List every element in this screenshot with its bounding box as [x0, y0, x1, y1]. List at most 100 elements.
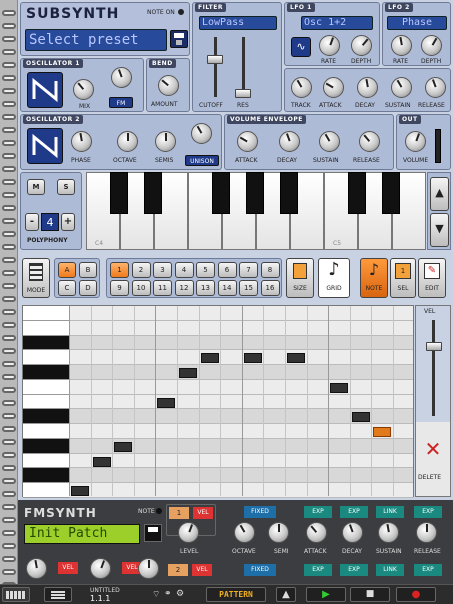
piano-key-black[interactable] [382, 172, 400, 214]
cutoff-fader[interactable] [207, 55, 223, 64]
saw-wave-icon[interactable] [27, 72, 63, 108]
note-block[interactable] [373, 427, 392, 438]
roll-key-white[interactable] [23, 379, 69, 395]
size-button[interactable]: SIZE [286, 258, 314, 298]
delete-button[interactable]: ✕ DELETE [416, 422, 450, 496]
note-block[interactable] [71, 486, 89, 497]
bank-d-button[interactable]: D [79, 280, 97, 296]
pattern-step-button[interactable]: 10 [131, 280, 151, 296]
unison-button[interactable]: UNISON [185, 155, 219, 166]
roll-key-black[interactable] [23, 468, 69, 484]
grid-button[interactable]: ♪ GRID [318, 258, 350, 298]
fm-save-icon[interactable] [144, 524, 162, 542]
mute-button[interactable]: M [27, 179, 45, 195]
pattern-step-button[interactable]: 6 [217, 262, 237, 278]
fm-release-knob[interactable] [416, 522, 437, 543]
note-block[interactable] [351, 412, 370, 423]
fm-op2-link[interactable]: LINK [376, 564, 404, 576]
fm-op2-vel-button[interactable]: VEL [192, 564, 212, 576]
roll-key-black[interactable] [23, 438, 69, 454]
phase-knob[interactable] [71, 131, 92, 152]
pattern-step-button[interactable]: 13 [196, 280, 215, 296]
fm-op2-exp-3[interactable]: EXP [414, 564, 442, 576]
fm-preset-display[interactable]: Init Patch [24, 524, 140, 544]
preset-display[interactable]: Select preset [25, 29, 167, 51]
note-block[interactable] [200, 353, 219, 364]
volume-knob[interactable] [405, 131, 426, 152]
fm-op2-exp-2[interactable]: EXP [340, 564, 368, 576]
octave-knob[interactable] [117, 131, 138, 152]
fm-vel-button[interactable]: VEL [58, 562, 78, 574]
fm-link-button[interactable]: LINK [376, 506, 404, 518]
fm-button[interactable]: FM [109, 97, 133, 108]
lfo1-depth-knob[interactable] [351, 35, 372, 56]
piano-roll[interactable]: C5 C4 [22, 305, 414, 498]
metronome-icon[interactable]: ▲ [276, 587, 296, 602]
pattern-step-button[interactable]: 5 [196, 262, 215, 278]
pattern-step-button[interactable]: 9 [110, 280, 129, 296]
lfo2-rate-knob[interactable] [391, 35, 412, 56]
pattern-step-button[interactable]: 2 [131, 262, 151, 278]
filter-type-display[interactable]: LowPass [199, 16, 277, 30]
fm-exp-button-2[interactable]: EXP [340, 506, 368, 518]
roll-key-white[interactable] [23, 320, 69, 336]
pattern-step-button[interactable]: 1 [110, 262, 129, 278]
select-tool-button[interactable]: 1 SEL [390, 258, 416, 298]
note-block[interactable] [243, 353, 262, 364]
sine-wave-icon[interactable]: ∿ [291, 37, 311, 57]
pattern-button[interactable]: PATTERN [206, 587, 266, 602]
stop-icon[interactable]: ■ [350, 587, 390, 602]
unison-knob[interactable] [191, 123, 212, 144]
lfo1-target-display[interactable]: Osc 1+2 [301, 16, 373, 30]
vol-release-knob[interactable] [359, 131, 380, 152]
filter-sustain-knob[interactable] [391, 77, 412, 98]
note-block[interactable] [330, 382, 349, 393]
fm-attack-knob[interactable] [306, 522, 327, 543]
polyphony-plus-button[interactable]: + [61, 213, 75, 231]
lfo1-rate-knob[interactable] [319, 35, 340, 56]
menu-icon[interactable] [44, 587, 72, 602]
save-icon[interactable] [170, 30, 188, 48]
roll-key-black[interactable] [23, 365, 69, 380]
roll-key-black[interactable] [23, 409, 69, 425]
fm-op2-exp-1[interactable]: EXP [304, 564, 332, 576]
fm-sustain-knob[interactable] [378, 522, 399, 543]
res-fader[interactable] [235, 89, 251, 98]
fm-fixed-button[interactable]: FIXED [244, 506, 276, 518]
bank-c-button[interactable]: C [58, 280, 76, 296]
pattern-step-button[interactable]: 7 [239, 262, 258, 278]
play-icon[interactable]: ▶ [306, 587, 346, 602]
piano-key-black[interactable] [348, 172, 366, 214]
fm-level-knob[interactable] [178, 522, 199, 543]
filter-decay-knob[interactable] [357, 77, 378, 98]
bank-a-button[interactable]: A [58, 262, 76, 278]
edit-tool-button[interactable]: ✎ EDIT [418, 258, 446, 298]
lfo2-target-display[interactable]: Phase [387, 16, 447, 30]
filter-release-knob[interactable] [425, 77, 446, 98]
fm-decay-knob[interactable] [342, 522, 363, 543]
roll-key-white[interactable] [23, 453, 69, 469]
note-block[interactable] [157, 397, 176, 408]
pattern-step-button[interactable]: 8 [260, 262, 280, 278]
piano-key-black[interactable] [144, 172, 162, 214]
fm-volume-knob[interactable] [26, 558, 47, 579]
roll-key-white[interactable] [23, 394, 69, 410]
fm-knob-3[interactable] [138, 558, 159, 579]
roll-key-white[interactable] [23, 306, 69, 321]
octave-up-icon[interactable]: ▲ [430, 177, 449, 211]
note-block[interactable] [179, 368, 197, 379]
roll-key-black[interactable] [23, 335, 69, 351]
mix-knob[interactable] [73, 79, 94, 100]
track-knob[interactable] [291, 77, 312, 98]
lfo2-depth-knob[interactable] [421, 35, 442, 56]
pattern-step-button[interactable]: 16 [260, 280, 280, 296]
vol-sustain-knob[interactable] [319, 131, 340, 152]
fm-exp-button-1[interactable]: EXP [304, 506, 332, 518]
piano-key-black[interactable] [110, 172, 128, 214]
pattern-step-button[interactable]: 4 [174, 262, 194, 278]
record-icon[interactable]: ● [396, 587, 436, 602]
fm-op2-fixed-button[interactable]: FIXED [244, 564, 276, 576]
pattern-step-button[interactable]: 15 [239, 280, 258, 296]
fm-op1-vel-button[interactable]: VEL [193, 507, 213, 519]
bend-amount-knob[interactable] [158, 75, 179, 96]
